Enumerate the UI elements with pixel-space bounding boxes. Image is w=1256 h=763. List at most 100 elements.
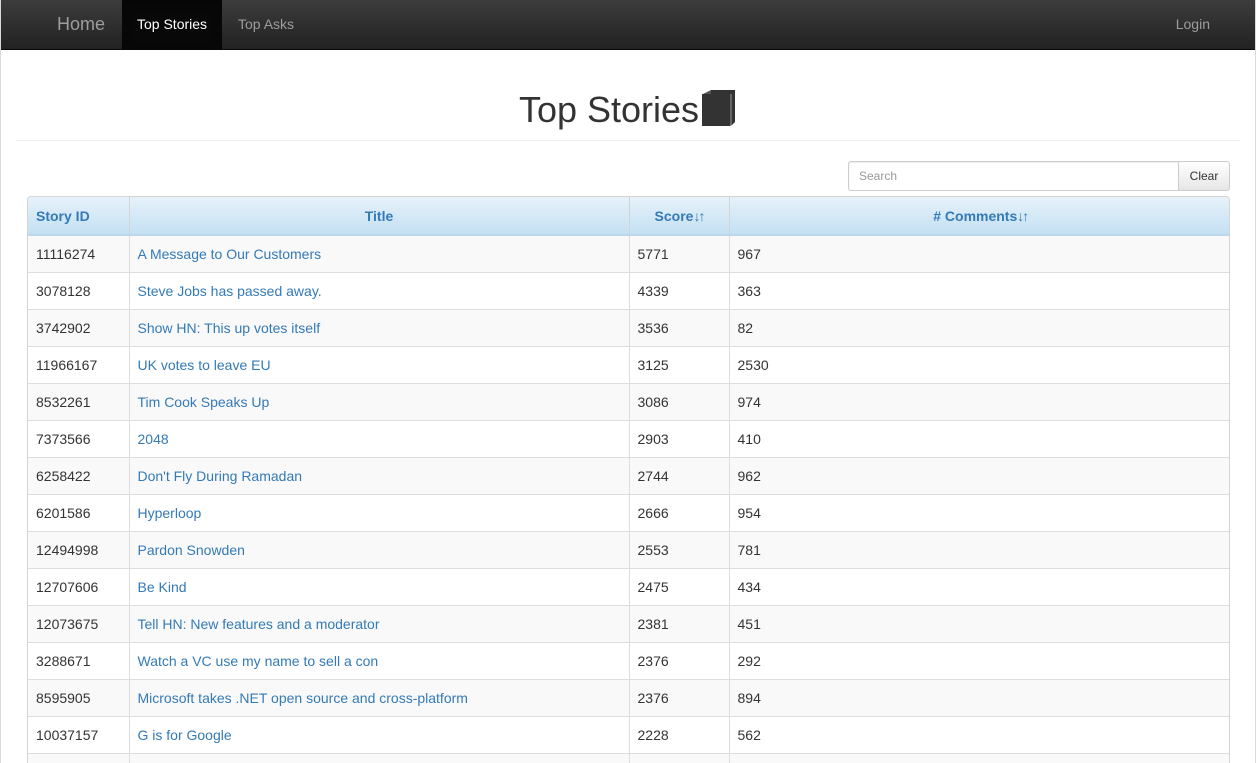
comments-cell-value: 363 [737, 282, 761, 299]
score-cell-value: 2903 [637, 430, 669, 447]
title-cell: Tell HN: New features and a moderator [129, 604, 630, 642]
column-header-story-id[interactable]: Story ID [28, 197, 130, 236]
story-title-link[interactable]: Watch a VC use my name to sell a con [138, 653, 379, 669]
score-cell-value: 2376 [637, 689, 669, 706]
story-id-cell: 12707606 [28, 567, 130, 605]
story-title-link[interactable]: G is for Google [138, 727, 232, 743]
column-header-label: Title [364, 207, 394, 224]
score-cell: 2376 [629, 678, 730, 716]
score-cell-value: 3125 [637, 356, 669, 373]
search-input[interactable] [848, 161, 1179, 191]
score-cell: 4339 [629, 271, 730, 309]
comments-cell-value: 434 [737, 578, 761, 595]
column-header-label: Story ID [36, 207, 90, 224]
story-id-cell-value: 3078128 [36, 282, 91, 299]
sort-icon[interactable]: ↓↑ [1017, 208, 1029, 224]
story-title-link[interactable]: Steve Jobs has passed away. [138, 283, 322, 299]
clear-button[interactable]: Clear [1178, 161, 1230, 191]
comments-cell-value: 894 [737, 689, 761, 706]
story-title-link[interactable]: A Message to Our Customers [138, 246, 322, 262]
comments-cell: 954 [729, 493, 1229, 531]
story-id-cell-value: 10037157 [36, 726, 99, 743]
column-header-comments[interactable]: # Comments↓↑ [729, 197, 1229, 236]
story-id-cell-value: 8532261 [36, 393, 91, 410]
score-cell-value: 2475 [637, 578, 669, 595]
story-id-cell: 8532261 [28, 382, 130, 420]
sort-icon[interactable]: ↓↑ [693, 208, 705, 224]
story-id-cell: 3078128 [28, 271, 130, 309]
story-id-cell: 12073675 [28, 604, 130, 642]
score-cell: 2903 [629, 419, 730, 457]
story-id-cell-value: 11966167 [36, 356, 98, 373]
column-header-score[interactable]: Score↓↑ [629, 197, 730, 236]
story-title-link[interactable]: Don't Fly During Ramadan [138, 468, 303, 484]
score-cell: 2553 [629, 530, 730, 568]
score-cell: 2744 [629, 456, 730, 494]
story-title-link[interactable]: 2048 [138, 431, 169, 447]
story-title-link[interactable]: Microsoft takes .NET open source and cro… [138, 690, 468, 706]
column-header-title[interactable]: Title [129, 197, 630, 236]
comments-cell-value: 562 [737, 726, 761, 743]
score-cell: 5771 [629, 234, 730, 272]
story-id-cell [28, 752, 130, 763]
title-cell: Tim Cook Speaks Up [129, 382, 630, 420]
story-id-cell: 6201586 [28, 493, 130, 531]
table-row: 11116274 A Message to Our Customers 5771 96… [28, 234, 1229, 272]
comments-cell-value: 974 [737, 393, 761, 410]
score-cell-value: 3536 [637, 319, 669, 336]
story-id-cell-value: 12494998 [36, 541, 99, 558]
comments-cell-value: 82 [737, 319, 754, 336]
comments-cell: 292 [729, 641, 1229, 679]
story-title-link[interactable]: Pardon Snowden [138, 542, 245, 558]
story-title-link[interactable]: UK votes to leave EU [138, 357, 271, 373]
story-title-link[interactable]: Hyperloop [138, 505, 202, 521]
comments-cell: 781 [729, 530, 1229, 568]
story-title-link[interactable]: Tim Cook Speaks Up [138, 394, 270, 410]
stories-table-container: Story ID Title Score↓↑ # Comments↓↑ 1111… [27, 196, 1230, 763]
score-cell: 2381 [629, 604, 730, 642]
title-cell: Microsoft takes .NET open source and cro… [129, 678, 630, 716]
story-id-cell-value: 7373566 [36, 430, 91, 447]
story-id-cell: 12494998 [28, 530, 130, 568]
title-cell: Steve Jobs has passed away. [129, 271, 630, 309]
table-row: 7373566 2048 2903 410 [28, 419, 1229, 457]
home-brand-link[interactable]: Home [41, 0, 121, 50]
comments-cell: 894 [729, 678, 1229, 716]
score-cell-value: 2553 [637, 541, 669, 558]
comments-cell: 82 [729, 308, 1229, 346]
table-header-row: Story ID Title Score↓↑ # Comments↓↑ [28, 197, 1229, 236]
comments-cell: 451 [729, 604, 1229, 642]
comments-cell-value: 962 [737, 467, 761, 484]
comments-cell: 962 [729, 456, 1229, 494]
tab-top-stories[interactable]: Top Stories [122, 0, 223, 50]
comments-cell-value: 781 [737, 541, 761, 558]
score-cell: 2475 [629, 567, 730, 605]
search-group: Clear [848, 161, 1230, 191]
table-row: 12494998 Pardon Snowden 2553 781 [28, 530, 1229, 568]
comments-cell-value: 954 [737, 504, 761, 521]
story-title-link[interactable]: Tell HN: New features and a moderator [138, 616, 380, 632]
story-id-cell: 6258422 [28, 456, 130, 494]
title-cell: 2048 [129, 419, 630, 457]
comments-cell: 967 [729, 234, 1229, 272]
title-cell: Show HN: This up votes itself [129, 308, 630, 346]
page-header: Top Stories [16, 80, 1240, 141]
story-id-cell-value: 8595905 [36, 689, 91, 706]
title-cell: A Message to Our Customers [129, 234, 630, 272]
table-row: 10037157 G is for Google 2228 562 [28, 715, 1229, 753]
page-title: Top Stories [518, 89, 700, 130]
score-cell-value: 2666 [637, 504, 669, 521]
title-cell: Pardon Snowden [129, 530, 630, 568]
top-navbar: Home Top Stories Top Asks Login [1, 0, 1255, 50]
story-id-cell-value: 6201586 [36, 504, 91, 521]
table-row: 3078128 Steve Jobs has passed away. 4339 36… [28, 271, 1229, 309]
tab-top-asks[interactable]: Top Asks [223, 0, 309, 50]
stories-table: Story ID Title Score↓↑ # Comments↓↑ 1111… [28, 197, 1229, 763]
score-cell: 3125 [629, 345, 730, 383]
story-id-cell: 10037157 [28, 715, 130, 753]
story-title-link[interactable]: Show HN: This up votes itself [138, 320, 321, 336]
title-cell: Hyperloop [129, 493, 630, 531]
login-link[interactable]: Login [1176, 0, 1210, 50]
story-title-link[interactable]: Be Kind [138, 579, 187, 595]
score-cell [629, 752, 730, 763]
